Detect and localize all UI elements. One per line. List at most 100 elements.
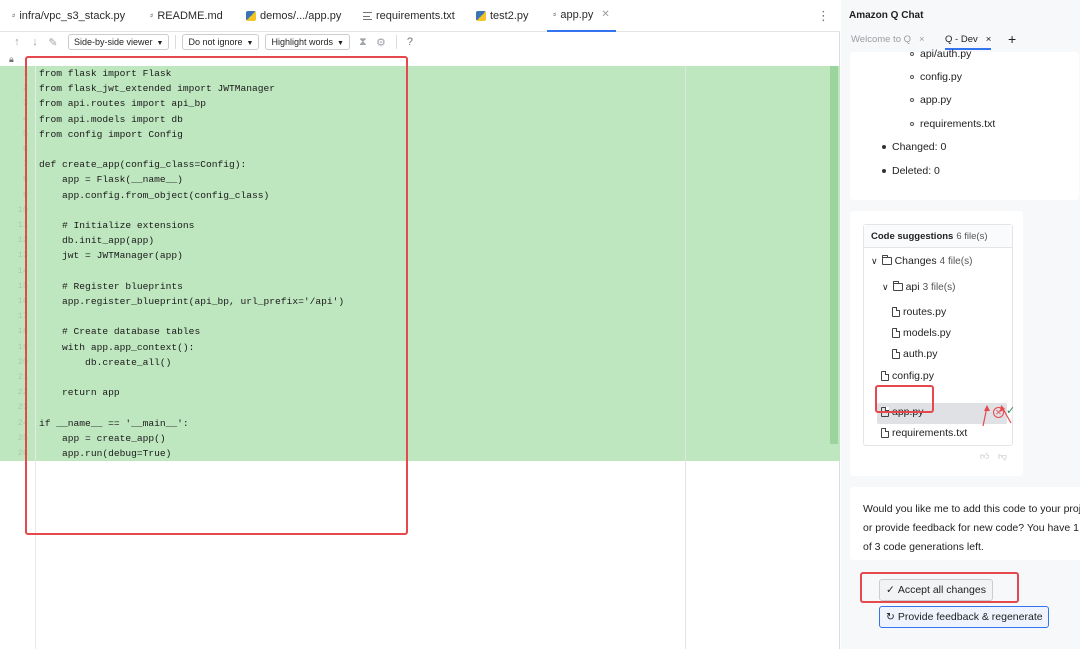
- annotation-box-accept: [860, 572, 1019, 603]
- thumbs-down-icon[interactable]: 👎︎: [998, 451, 1007, 462]
- tab-label: app.py: [560, 9, 594, 21]
- help-icon[interactable]: ?: [401, 36, 419, 48]
- line-number: 11: [17, 220, 28, 230]
- line-number: 17: [17, 311, 28, 322]
- line-number: 9: [22, 189, 28, 200]
- collapse-icon[interactable]: ⧗: [354, 36, 372, 49]
- edit-icon[interactable]: ✎: [44, 36, 62, 49]
- bullet-icon: [910, 122, 914, 127]
- tree-file-auth[interactable]: auth.py: [892, 348, 937, 360]
- text-file-icon: [363, 12, 372, 20]
- button-label: Provide feedback & regenerate: [897, 611, 1043, 623]
- bullet-icon: [910, 52, 914, 57]
- line-number: 8: [22, 174, 28, 185]
- editor-tab-bar: ⸗ infra/vpc_s3_stack.py ⸗ README.md demo…: [0, 0, 840, 32]
- tab-requirements[interactable]: requirements.txt: [363, 0, 455, 32]
- tab-test2[interactable]: test2.py: [476, 0, 529, 32]
- refresh-icon: ↻: [886, 611, 895, 623]
- cdk-icon: ⸗: [553, 9, 557, 20]
- python-icon: [476, 11, 486, 21]
- tab-welcome[interactable]: Welcome to Q ×: [851, 34, 925, 45]
- tab-label: demos/.../app.py: [260, 10, 342, 22]
- deleted-count: Deleted: 0: [882, 165, 940, 177]
- message-line: Would you like me to add this code to yo…: [863, 503, 1080, 515]
- line-number: 18: [17, 326, 28, 337]
- tab-infra-vpc-s3-stack[interactable]: ⸗ infra/vpc_s3_stack.py: [12, 0, 125, 32]
- python-icon: [246, 11, 256, 21]
- chevron-down-icon: ▼: [336, 40, 344, 47]
- tab-demos-app[interactable]: demos/.../app.py: [246, 0, 341, 32]
- close-icon[interactable]: ✕: [601, 0, 609, 31]
- tab-label: requirements.txt: [376, 10, 455, 22]
- line-number: 5: [22, 128, 28, 139]
- amazon-q-panel: Amazon Q Chat Welcome to Q × Q - Dev × + a…: [841, 0, 1080, 649]
- panel-title: Amazon Q Chat: [849, 10, 924, 21]
- diff-toolbar: ↑ ↓ ✎ Side-by-side viewer ▼ Do not ignore…: [0, 32, 840, 52]
- folder-icon: [881, 255, 892, 265]
- tab-label: test2.py: [490, 10, 529, 22]
- thumbs-up-icon[interactable]: 👍︎: [980, 451, 989, 462]
- tree-file-config[interactable]: config.py: [881, 370, 934, 382]
- arrow-head-icon: [984, 405, 990, 411]
- suggestions-header: Code suggestions 6 file(s): [864, 225, 1012, 248]
- annotation-box-app-file: [875, 385, 934, 413]
- ignore-dropdown[interactable]: Do not ignore ▼: [182, 34, 260, 50]
- line-number: 14: [17, 265, 28, 276]
- list-item: app.py: [910, 94, 952, 106]
- tree-file-routes[interactable]: routes.py: [892, 306, 946, 318]
- line-number: 22: [17, 387, 28, 398]
- tree-file-requirements[interactable]: requirements.txt: [881, 427, 967, 439]
- tab-label: infra/vpc_s3_stack.py: [19, 10, 126, 22]
- line-number: 2: [22, 83, 28, 94]
- line-number: 19: [17, 341, 28, 352]
- message-text: Would you like me to add this code to yo…: [863, 500, 1080, 557]
- line-number: 20: [17, 356, 28, 367]
- chevron-down-icon: ∨: [882, 281, 889, 292]
- tab-label: README.md: [157, 10, 223, 22]
- provide-feedback-button[interactable]: ↻ Provide feedback & regenerate: [879, 606, 1049, 628]
- changed-count: Changed: 0: [882, 141, 946, 153]
- highlight-dropdown[interactable]: Highlight words ▼: [265, 34, 350, 50]
- tree-folder-changes[interactable]: ∨ Changes 4 file(s): [871, 255, 972, 267]
- gear-icon[interactable]: ⚙: [372, 36, 390, 49]
- tab-app-py[interactable]: ⸗ app.py ✕: [547, 0, 616, 32]
- viewer-dropdown[interactable]: Side-by-side viewer ▼: [68, 34, 170, 50]
- line-number: 7: [22, 159, 28, 170]
- line-number: 13: [17, 250, 28, 261]
- lock-icon: 🔒︎: [9, 54, 14, 64]
- file-icon: [892, 307, 900, 317]
- tab-label: Welcome to Q: [851, 34, 912, 45]
- ignore-label: Do not ignore: [188, 37, 243, 47]
- cdk-icon: ⸗: [12, 10, 16, 21]
- file-icon: [892, 349, 900, 359]
- line-number: 3: [22, 98, 28, 109]
- more-options-icon[interactable]: ⋮: [817, 0, 830, 32]
- chevron-down-icon: ▼: [246, 40, 254, 47]
- bullet-icon: [910, 98, 914, 103]
- line-number: 10: [17, 204, 28, 215]
- new-tab-icon[interactable]: +: [1008, 31, 1016, 47]
- tree-folder-api[interactable]: ∨ api 3 file(s): [882, 281, 955, 293]
- summary-card: api/auth.py config.py app.py requirement…: [850, 48, 1079, 200]
- file-icon: [881, 428, 889, 438]
- line-number: 12: [17, 235, 28, 246]
- chevron-down-icon: ▼: [156, 40, 164, 47]
- message-line: of 3 code generations left.: [863, 541, 984, 553]
- diff-scroll-marker: [830, 66, 838, 444]
- arrow-up-icon[interactable]: ↑: [8, 36, 26, 48]
- line-number: 24: [17, 417, 28, 428]
- close-icon[interactable]: ×: [986, 34, 992, 45]
- chevron-down-icon: ∨: [871, 255, 878, 266]
- list-item: config.py: [910, 71, 962, 83]
- pane-divider: [685, 66, 686, 649]
- tab-readme[interactable]: ⸗ README.md: [150, 0, 223, 32]
- arrow-down-icon[interactable]: ↓: [26, 36, 44, 48]
- tab-label: Q - Dev: [945, 34, 978, 45]
- line-number: 15: [17, 280, 28, 291]
- tree-file-models[interactable]: models.py: [892, 327, 951, 339]
- bullet-icon: [910, 75, 914, 80]
- line-number: 23: [17, 402, 28, 413]
- message-line: or provide feedback for new code? You ha…: [863, 522, 1080, 534]
- line-number: 4: [22, 113, 28, 124]
- close-icon[interactable]: ×: [919, 34, 925, 45]
